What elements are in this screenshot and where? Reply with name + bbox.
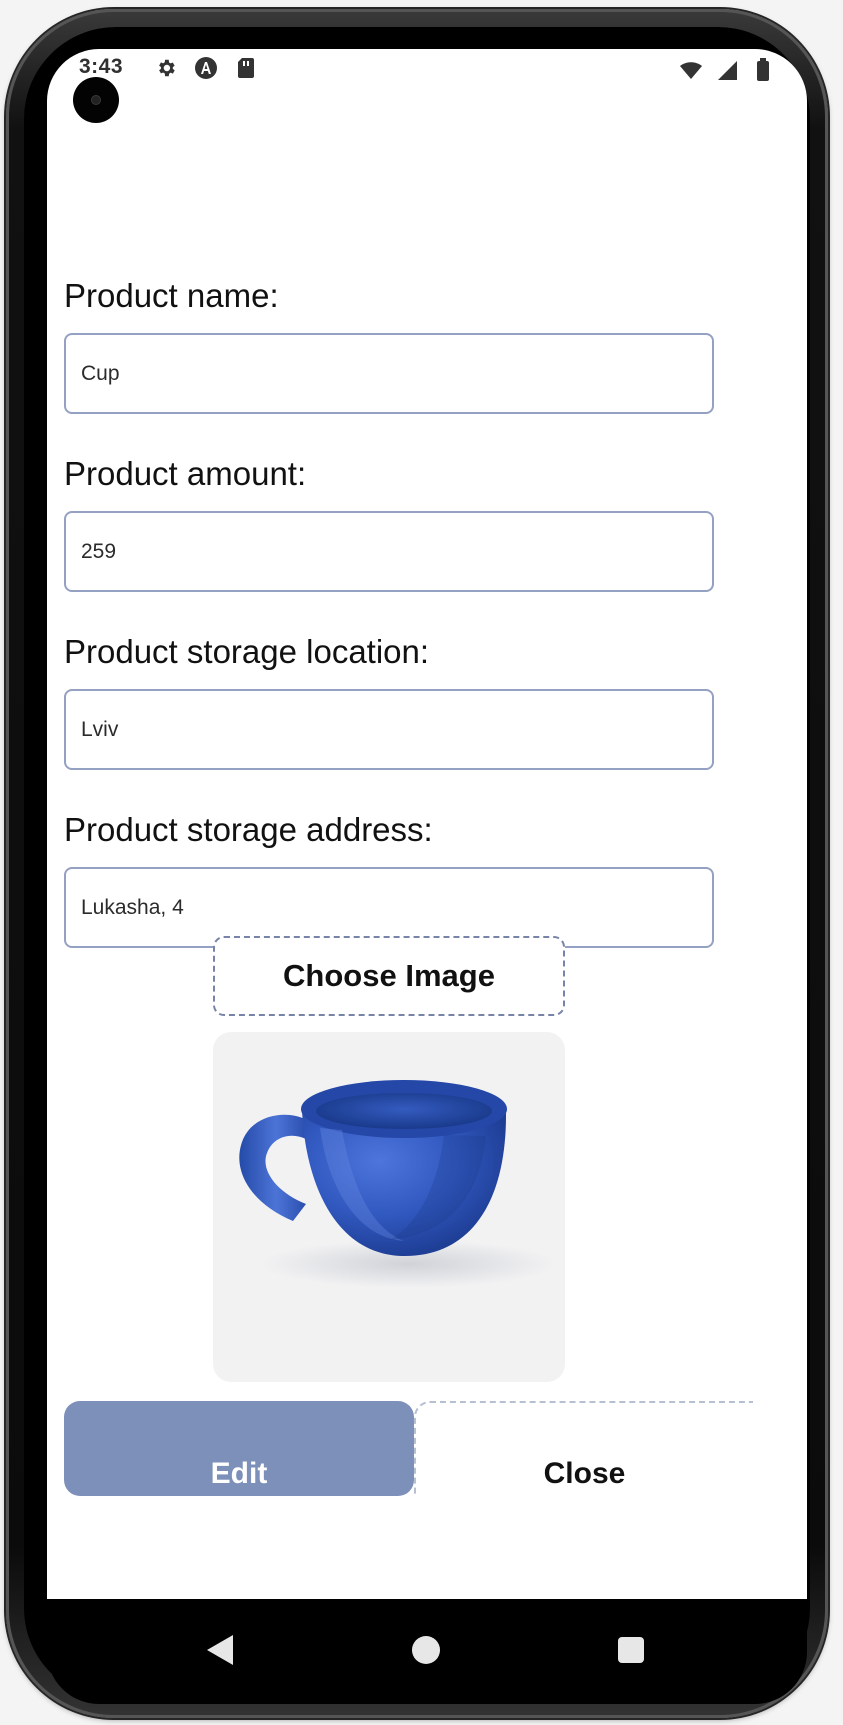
choose-image-button[interactable]: Choose Image bbox=[213, 936, 565, 1016]
storage-address-input[interactable] bbox=[66, 869, 712, 946]
cup-image bbox=[239, 1080, 557, 1288]
storage-location-input[interactable] bbox=[66, 691, 712, 768]
edit-product-form: Product name: Product amount: Product st… bbox=[47, 49, 807, 1599]
action-bar: Edit Close bbox=[64, 1401, 754, 1496]
storage-location-label: Product storage location: bbox=[64, 633, 430, 670]
phone-screen: 3:43 Product name: Cup Product amount: 2… bbox=[47, 49, 807, 1599]
android-navigation-bar bbox=[47, 1599, 807, 1704]
product-image-preview bbox=[213, 1032, 565, 1382]
storage-address-label: Product storage address: bbox=[64, 811, 433, 848]
storage-location-field[interactable] bbox=[64, 689, 714, 770]
product-amount-input[interactable] bbox=[66, 513, 712, 590]
home-icon[interactable] bbox=[403, 1627, 449, 1673]
product-amount-field[interactable] bbox=[64, 511, 714, 592]
product-name-label: Product name: bbox=[64, 277, 279, 314]
close-button[interactable]: Close bbox=[414, 1401, 753, 1496]
back-icon[interactable] bbox=[197, 1627, 243, 1673]
app-screen: 3:43 Product name: Cup Product amount: 2… bbox=[0, 0, 843, 1725]
product-amount-label: Product amount: bbox=[64, 455, 307, 492]
edit-button[interactable]: Edit bbox=[64, 1401, 414, 1496]
product-name-input[interactable] bbox=[66, 335, 712, 412]
front-camera-icon bbox=[73, 77, 119, 123]
product-name-field[interactable] bbox=[64, 333, 714, 414]
recents-icon[interactable] bbox=[608, 1627, 654, 1673]
